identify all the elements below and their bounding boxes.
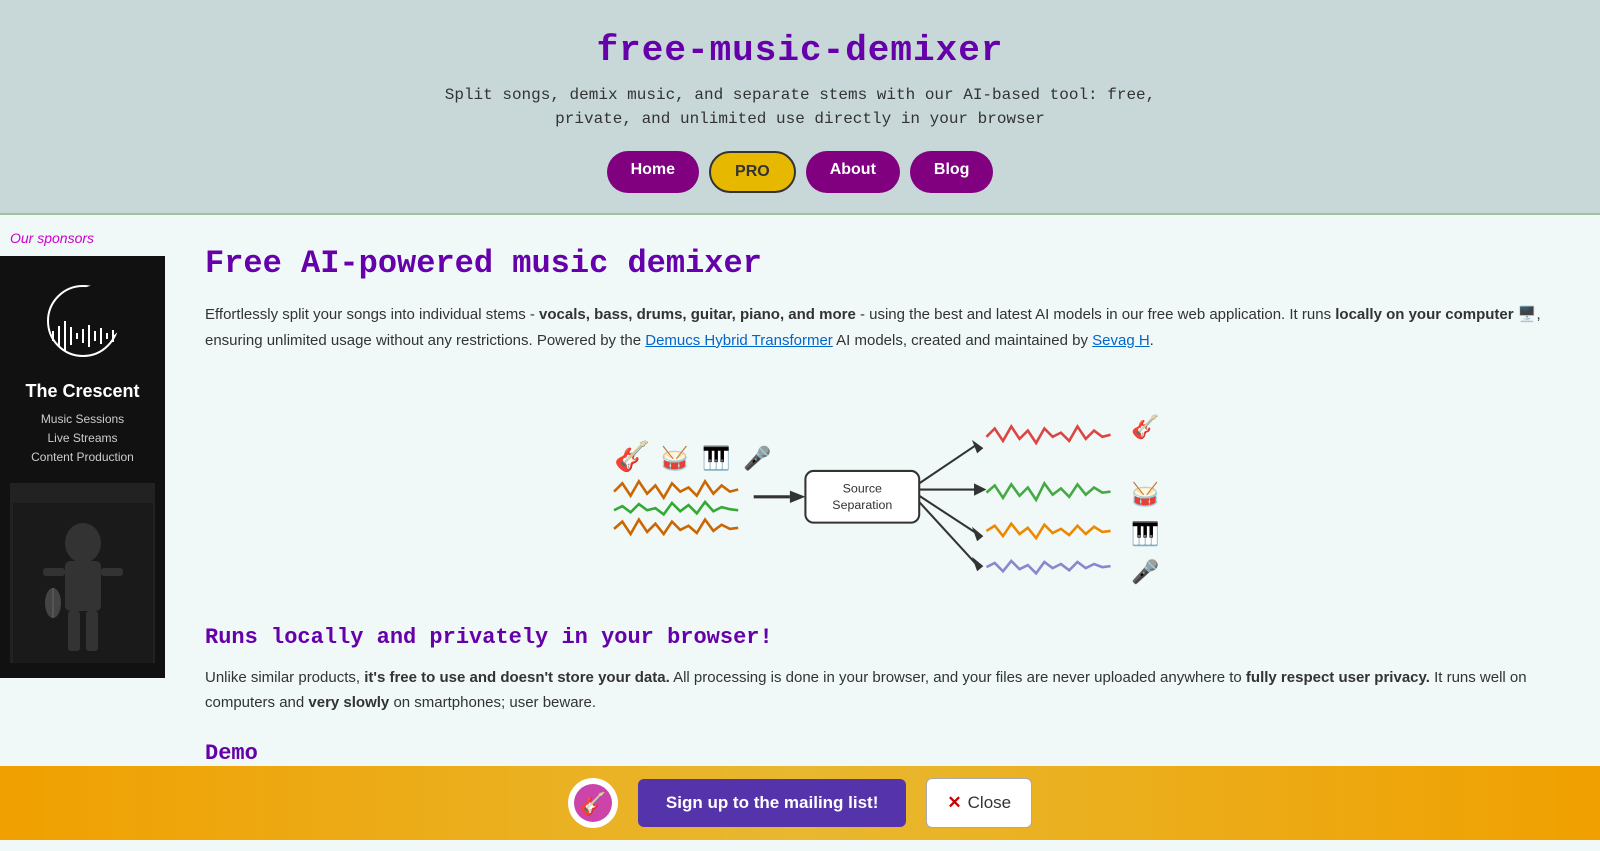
page-header: free-music-demixer Split songs, demix mu… [0,0,1600,215]
svg-text:🎤: 🎤 [743,444,771,471]
sponsor-logo-svg [33,271,133,371]
nav-about[interactable]: About [806,151,900,193]
svg-text:🎹: 🎹 [1131,520,1159,546]
svg-text:🎤: 🎤 [1131,558,1159,585]
svg-text:🥁: 🥁 [1131,481,1160,507]
sponsor-name: The Crescent [10,381,155,402]
notification-bar: 🎸 Sign up to the mailing list! ✕ Close B… [0,766,1600,840]
local-title: Runs locally and privately in your brows… [205,625,1560,650]
nav-pro[interactable]: PRO [709,151,796,193]
sponsors-label: Our sponsors [0,230,165,256]
sevag-link[interactable]: Sevag H [1092,332,1150,349]
close-label: Close [968,793,1011,813]
svg-text:🎸: 🎸 [1131,414,1159,441]
site-title: free-music-demixer [20,30,1580,71]
svg-text:Separation: Separation [832,498,892,512]
main-nav: Home PRO About Blog [20,151,1580,193]
site-subtitle: Split songs, demix music, and separate s… [20,83,1580,131]
close-x-icon: ✕ [947,793,961,813]
mailing-list-button[interactable]: Sign up to the mailing list! [638,779,907,827]
diagram-svg: 🎸 🥁 🎹 🎤 Source Separation [583,383,1183,590]
demo-title: Demo [205,741,1560,766]
svg-text:🎸: 🎸 [579,791,606,817]
close-notification-button[interactable]: ✕ Close [926,778,1032,828]
sponsor-image [13,503,153,663]
guitar-icon: 🎸 [573,783,613,823]
svg-text:🥁: 🥁 [660,445,689,471]
sponsor-logo [33,271,133,371]
svg-text:🎹: 🎹 [701,445,729,471]
svg-text:🎸: 🎸 [614,439,650,474]
main-layout: Our sponsors [0,215,1600,851]
notification-icon: 🎸 [568,778,618,828]
separation-diagram: 🎸 🥁 🎹 🎤 Source Separation [205,373,1560,600]
main-content: Free AI-powered music demixer Effortless… [165,215,1600,851]
nav-blog[interactable]: Blog [910,151,994,193]
demucs-link[interactable]: Demucs Hybrid Transformer [645,332,833,349]
hero-title: Free AI-powered music demixer [205,245,1560,282]
sponsor-card: The Crescent Music Sessions Live Streams… [0,256,165,678]
sidebar: Our sponsors [0,215,165,851]
sponsor-services: Music Sessions Live Streams Content Prod… [10,410,155,468]
svg-text:Source: Source [842,482,881,496]
nav-home[interactable]: Home [607,151,699,193]
local-paragraph: Unlike similar products, it's free to us… [205,665,1560,716]
hero-paragraph: Effortlessly split your songs into indiv… [205,302,1560,353]
